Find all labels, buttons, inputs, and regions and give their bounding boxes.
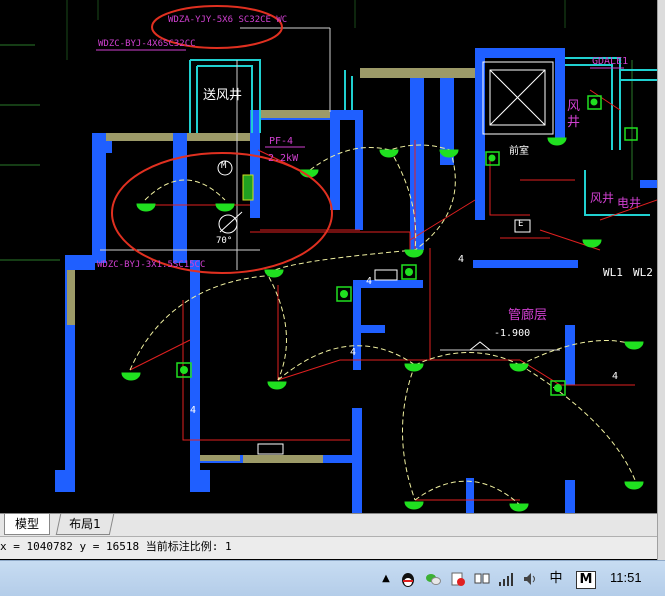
panel-pf-label: PF-4: [269, 136, 294, 147]
box-e-label: E: [518, 219, 524, 229]
count-label: 4: [612, 371, 619, 382]
tab-model[interactable]: 模型: [4, 514, 51, 535]
expand-tray-icon[interactable]: ▲: [378, 571, 394, 587]
air-shaft-label: 送风井: [203, 88, 243, 103]
shaft-right-label-b: 井: [567, 115, 581, 130]
taskbar: ▲ 中 M 11:51: [0, 560, 665, 596]
ime-m-icon[interactable]: M: [576, 571, 596, 589]
elevator-shaft-label: 电井: [617, 196, 642, 210]
cable-label-second: WDZC-BYJ-4X6SC32CC: [98, 39, 196, 49]
panel-power-label: 2.2kW: [268, 153, 299, 164]
coordinate-readout: x = 1040782 y = 16518 当前标注比例: 1: [0, 540, 232, 553]
count-label: 4: [366, 276, 373, 287]
network-icon[interactable]: [474, 571, 490, 587]
command-line[interactable]: x = 1040782 y = 16518 当前标注比例: 1: [0, 536, 657, 559]
count-label: 4: [458, 254, 465, 265]
tab-layout1-label: 布局1: [69, 517, 101, 531]
volume-icon[interactable]: [522, 571, 538, 587]
qq-icon[interactable]: [400, 571, 416, 587]
motor-label: M: [221, 161, 227, 171]
count-label: 4: [190, 405, 197, 416]
vertical-scrollbar[interactable]: [657, 0, 665, 560]
count-label: 4: [350, 347, 357, 358]
wechat-icon[interactable]: [425, 571, 441, 587]
cable-label-top: WDZA-YJY-5X6 SC32CE WC: [168, 15, 288, 25]
corridor-label: 管廊层: [508, 308, 548, 323]
signal-icon[interactable]: [498, 571, 514, 587]
cad-drawing-canvas[interactable]: WDZA-YJY-5X6 SC32CE WC WDZC-BYJ-4X6SC32C…: [0, 0, 657, 513]
system-clock[interactable]: 11:51: [610, 570, 642, 585]
wl1-label: WL1: [603, 266, 623, 279]
security-icon[interactable]: [450, 571, 466, 587]
panel-gdale-label: GDALE1: [592, 56, 629, 67]
layout-tab-bar: 模型 布局1: [0, 513, 657, 536]
angle-label: 70°: [216, 236, 233, 246]
cable-label-left: WDZC-BYJ-3X1.5SC15CC: [97, 260, 206, 270]
front-room-label: 前室: [509, 146, 529, 157]
input-method-icon[interactable]: 中: [548, 571, 564, 587]
tab-layout1[interactable]: 布局1: [55, 514, 114, 535]
elevation-label: -1.900: [494, 328, 531, 339]
wl2-label: WL2: [633, 266, 653, 279]
floor-plan: [0, 0, 657, 513]
shaft-bottom-label: 风井: [590, 191, 615, 205]
